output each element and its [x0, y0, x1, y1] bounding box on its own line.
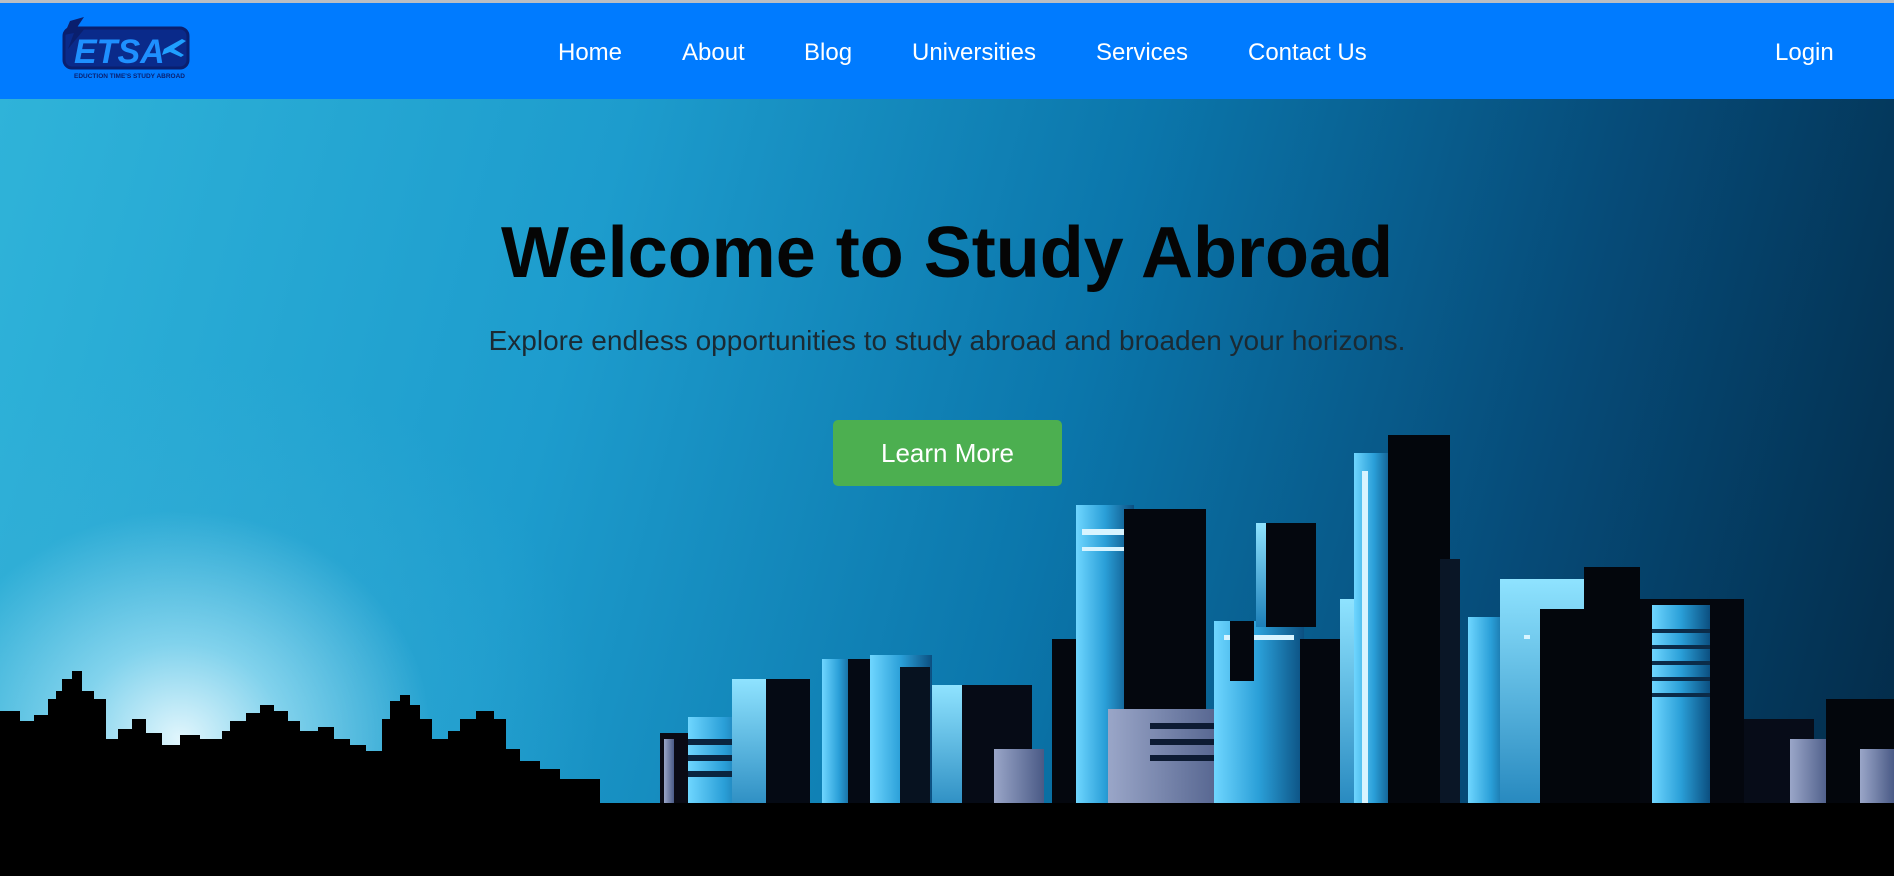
navbar: ETSA EDUCTION TIME'S STUDY ABROAD Home A… — [0, 3, 1894, 99]
nav-login[interactable]: Login — [1775, 39, 1834, 67]
nav-services[interactable]: Services — [1096, 39, 1188, 67]
hero-section: Welcome to Study Abroad Explore endless … — [0, 99, 1894, 876]
nav-about[interactable]: About — [682, 39, 745, 67]
nav-contact-us[interactable]: Contact Us — [1248, 39, 1367, 67]
main-nav: Home About Blog Universities Services Co… — [0, 3, 1894, 99]
nav-universities[interactable]: Universities — [912, 39, 1036, 67]
hero-subtitle: Explore endless opportunities to study a… — [488, 325, 1406, 356]
nav-blog[interactable]: Blog — [804, 39, 852, 67]
nav-home[interactable]: Home — [558, 39, 622, 67]
page: ETSA EDUCTION TIME'S STUDY ABROAD Home A… — [0, 0, 1894, 876]
hero-title: Welcome to Study Abroad — [500, 213, 1394, 293]
learn-more-button[interactable]: Learn More — [833, 420, 1062, 486]
